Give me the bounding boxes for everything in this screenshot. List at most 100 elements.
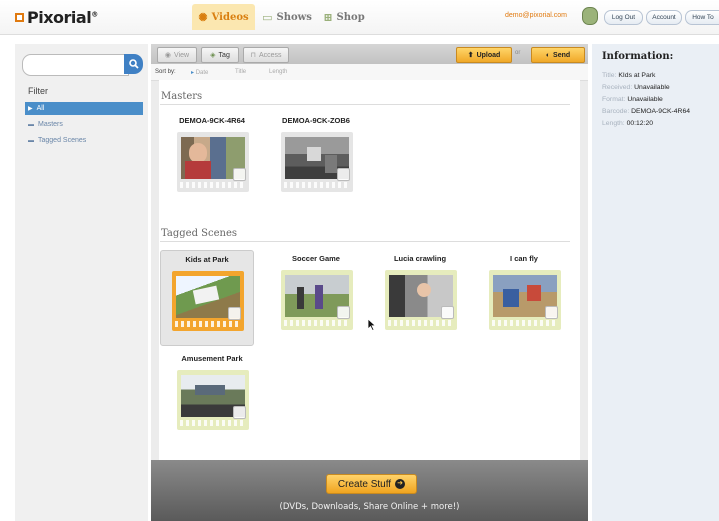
sort-length[interactable]: Length <box>269 69 287 75</box>
master-card-label: DEMOA-9CK-ZOB6 <box>282 116 350 125</box>
film-strip <box>388 320 454 326</box>
film-strip <box>284 182 350 188</box>
tab-shows[interactable]: ▭ Shows <box>258 4 316 30</box>
sidebar: Filter ▶ All ▬ Masters ▬ Tagged Scenes <box>15 44 148 521</box>
tab-shop[interactable]: ⊞ Shop <box>319 4 369 30</box>
reel-icon <box>337 168 350 181</box>
top-bar: Pixorial® ✺ Videos ▭ Shows ⊞ Shop demo@pixo… <box>0 0 719 35</box>
send-button[interactable]: ◐ Send <box>531 47 585 63</box>
scene-icon <box>233 406 246 419</box>
tab-videos[interactable]: ✺ Videos <box>192 4 255 30</box>
logo-square-icon <box>15 13 24 22</box>
sort-label: Sort by: <box>155 69 176 75</box>
how-to-button[interactable]: How To <box>685 10 719 25</box>
info-row-title: Title: KIds at Park <box>602 72 655 79</box>
access-label: Access <box>258 51 282 59</box>
or-text: or <box>515 50 521 56</box>
media-grid: Masters DEMOA-9CK-4R64 DEMOA-9CK-ZOB6 Ta… <box>159 80 580 460</box>
scene-card[interactable]: I can fly <box>477 250 571 344</box>
folder-icon: ▬ <box>28 137 34 144</box>
account-button[interactable]: Account <box>646 10 682 25</box>
search-input[interactable] <box>22 54 129 76</box>
info-panel: Information: Title: KIds at Park Receive… <box>592 44 719 521</box>
info-row-format: Format: Unavailable <box>602 96 663 103</box>
tab-shows-label: Shows <box>276 11 312 23</box>
thumbnail-frame <box>172 271 244 331</box>
scene-card[interactable]: Soccer Game <box>269 250 363 344</box>
create-stuff-label: Create Stuff <box>337 478 392 490</box>
info-key: Barcode: <box>602 108 630 115</box>
scene-icon <box>228 307 241 320</box>
filter-item-all[interactable]: ▶ All <box>25 102 143 115</box>
search-icon <box>128 59 139 69</box>
film-strip <box>180 420 246 426</box>
thumbnail-frame <box>281 270 353 330</box>
send-icon: ◐ <box>545 51 551 59</box>
thumbnail-frame <box>385 270 457 330</box>
scene-icon <box>337 306 350 319</box>
filter-title: Filter <box>28 86 48 96</box>
tag-icon: ◈ <box>210 52 216 59</box>
scene-card-label: I can fly <box>510 254 538 263</box>
view-label: View <box>174 51 190 59</box>
masters-divider <box>160 104 570 105</box>
scene-card[interactable]: Lucia crawling <box>373 250 467 344</box>
info-key: Format: <box>602 96 626 103</box>
film-icon: ✺ <box>198 10 208 24</box>
sort-date[interactable]: ▸ Date <box>191 69 208 76</box>
film-strip <box>175 321 241 327</box>
logo-registered-mark: ® <box>91 10 98 19</box>
arrow-right-icon: ➜ <box>395 479 406 489</box>
thumbnail-frame <box>281 132 353 192</box>
filter-item-masters[interactable]: ▬ Masters <box>25 118 143 131</box>
cart-icon: ⊞ <box>323 10 333 24</box>
tagged-divider <box>160 241 570 242</box>
scene-card-label: Kids at Park <box>185 255 229 264</box>
create-bar: Create Stuff ➜ (DVDs, Downloads, Share O… <box>151 460 588 521</box>
tag-button[interactable]: ◈ Tag <box>201 47 239 63</box>
filter-item-masters-label: Masters <box>38 121 63 128</box>
sort-bar: Sort by: ▸ Date Title Length <box>151 64 588 81</box>
tab-videos-label: Videos <box>211 11 249 23</box>
thumbnail-frame <box>177 370 249 430</box>
thumbnail-frame <box>177 132 249 192</box>
triangle-right-icon: ▶ <box>28 106 33 112</box>
info-value: DEMOA-9CK-4R64 <box>631 108 691 115</box>
info-value: 00:12:20 <box>626 120 654 127</box>
search-button[interactable] <box>124 54 143 74</box>
screen-icon: ▭ <box>262 10 273 24</box>
scene-card[interactable]: Amusement Park <box>165 350 259 444</box>
create-stuff-button[interactable]: Create Stuff ➜ <box>326 474 417 494</box>
filter-item-tagged-scenes[interactable]: ▬ Tagged Scenes <box>25 134 143 147</box>
info-value: Unavailable <box>634 84 670 91</box>
filter-item-tagged-label: Tagged Scenes <box>38 137 87 144</box>
master-card[interactable]: DEMOA-9CK-ZOB6 <box>269 112 363 206</box>
avatar[interactable] <box>582 7 598 25</box>
view-button[interactable]: ◉ View <box>157 47 197 63</box>
access-button[interactable]: ⊓ Access <box>243 47 289 63</box>
user-email-link[interactable]: demo@pixorial.com <box>505 12 567 19</box>
sort-title[interactable]: Title <box>235 69 246 75</box>
action-toolbar: ◉ View ◈ Tag ⊓ Access ⬆ Upload or ◐ Send <box>151 44 588 64</box>
scene-card-label: Soccer Game <box>292 254 340 263</box>
mouse-cursor-icon <box>367 318 376 331</box>
media-panel: ◉ View ◈ Tag ⊓ Access ⬆ Upload or ◐ Send Sort… <box>151 44 588 460</box>
reel-icon <box>233 168 246 181</box>
send-label: Send <box>553 51 571 59</box>
info-key: Length: <box>602 120 625 127</box>
pixorial-logo[interactable]: Pixorial® <box>15 8 98 27</box>
film-strip <box>180 182 246 188</box>
master-card[interactable]: DEMOA-9CK-4R64 <box>165 112 259 206</box>
upload-button[interactable]: ⬆ Upload <box>456 47 512 63</box>
logout-button[interactable]: Log Out <box>604 10 643 25</box>
master-card-label: DEMOA-9CK-4R64 <box>179 116 245 125</box>
film-strip <box>284 320 350 326</box>
info-row-barcode: Barcode: DEMOA-9CK-4R64 <box>602 108 690 115</box>
scene-icon <box>545 306 558 319</box>
info-title: Information: <box>602 51 674 62</box>
film-strip <box>492 320 558 326</box>
tag-label: Tag <box>218 51 230 59</box>
folder-icon: ▬ <box>28 121 34 128</box>
scene-card-selected[interactable]: Kids at Park <box>160 250 254 346</box>
info-value: Unavailable <box>627 96 663 103</box>
